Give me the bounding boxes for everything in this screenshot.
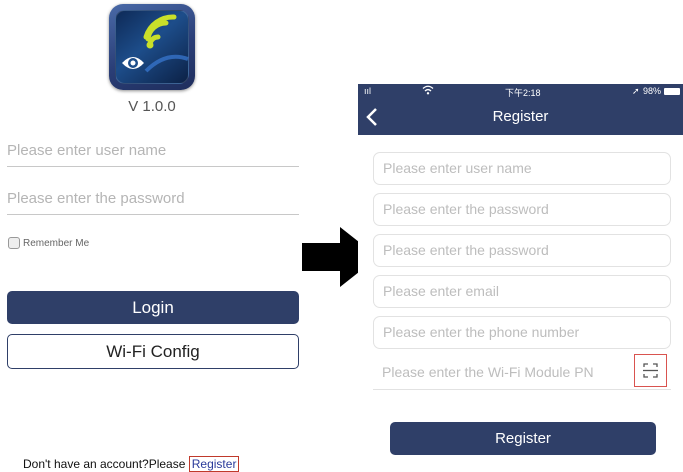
scan-button[interactable] xyxy=(634,354,667,387)
app-logo xyxy=(109,4,195,90)
signal-indicator: ııl xyxy=(364,86,372,96)
nav-bar: Register xyxy=(358,100,683,135)
login-button[interactable]: Login xyxy=(7,291,299,324)
wifi-eye-icon xyxy=(122,14,189,73)
no-account-text: Don't have an account?Please xyxy=(23,457,189,471)
password-input[interactable]: Please enter the password xyxy=(7,188,299,215)
remember-me-checkbox[interactable] xyxy=(8,237,20,249)
reg-password-input[interactable]: Please enter the password xyxy=(373,193,671,226)
battery-percent: 98% xyxy=(643,86,662,96)
wifi-status-icon xyxy=(422,85,434,97)
username-input[interactable]: Please enter user name xyxy=(7,140,299,167)
battery-icon xyxy=(664,88,680,95)
remember-me-row[interactable]: Remember Me xyxy=(8,235,89,251)
register-button[interactable]: Register xyxy=(390,422,656,455)
wifi-config-button[interactable]: Wi-Fi Config xyxy=(7,334,299,369)
register-link[interactable]: Register xyxy=(188,456,240,472)
app-version: V 1.0.0 xyxy=(128,98,176,115)
status-bar: ııl 下午2:18 ➚ 98% xyxy=(358,84,683,100)
reg-phone-input[interactable]: Please enter the phone number xyxy=(373,316,671,349)
register-screen: ııl 下午2:18 ➚ 98% Register Please enter u… xyxy=(358,84,683,468)
scan-icon xyxy=(643,363,658,378)
reg-username-input[interactable]: Please enter user name xyxy=(373,152,671,185)
page-title: Register xyxy=(492,108,549,125)
reg-wifi-module-pn-input[interactable]: Please enter the Wi-Fi Module PN xyxy=(373,357,671,390)
status-time: 下午2:18 xyxy=(505,88,541,98)
location-icon: ➚ xyxy=(632,86,640,96)
register-prompt: Don't have an account?Please Register xyxy=(23,456,240,472)
reg-email-input[interactable]: Please enter email xyxy=(373,275,671,308)
remember-me-label: Remember Me xyxy=(23,237,90,249)
reg-confirm-password-input[interactable]: Please enter the password xyxy=(373,234,671,267)
